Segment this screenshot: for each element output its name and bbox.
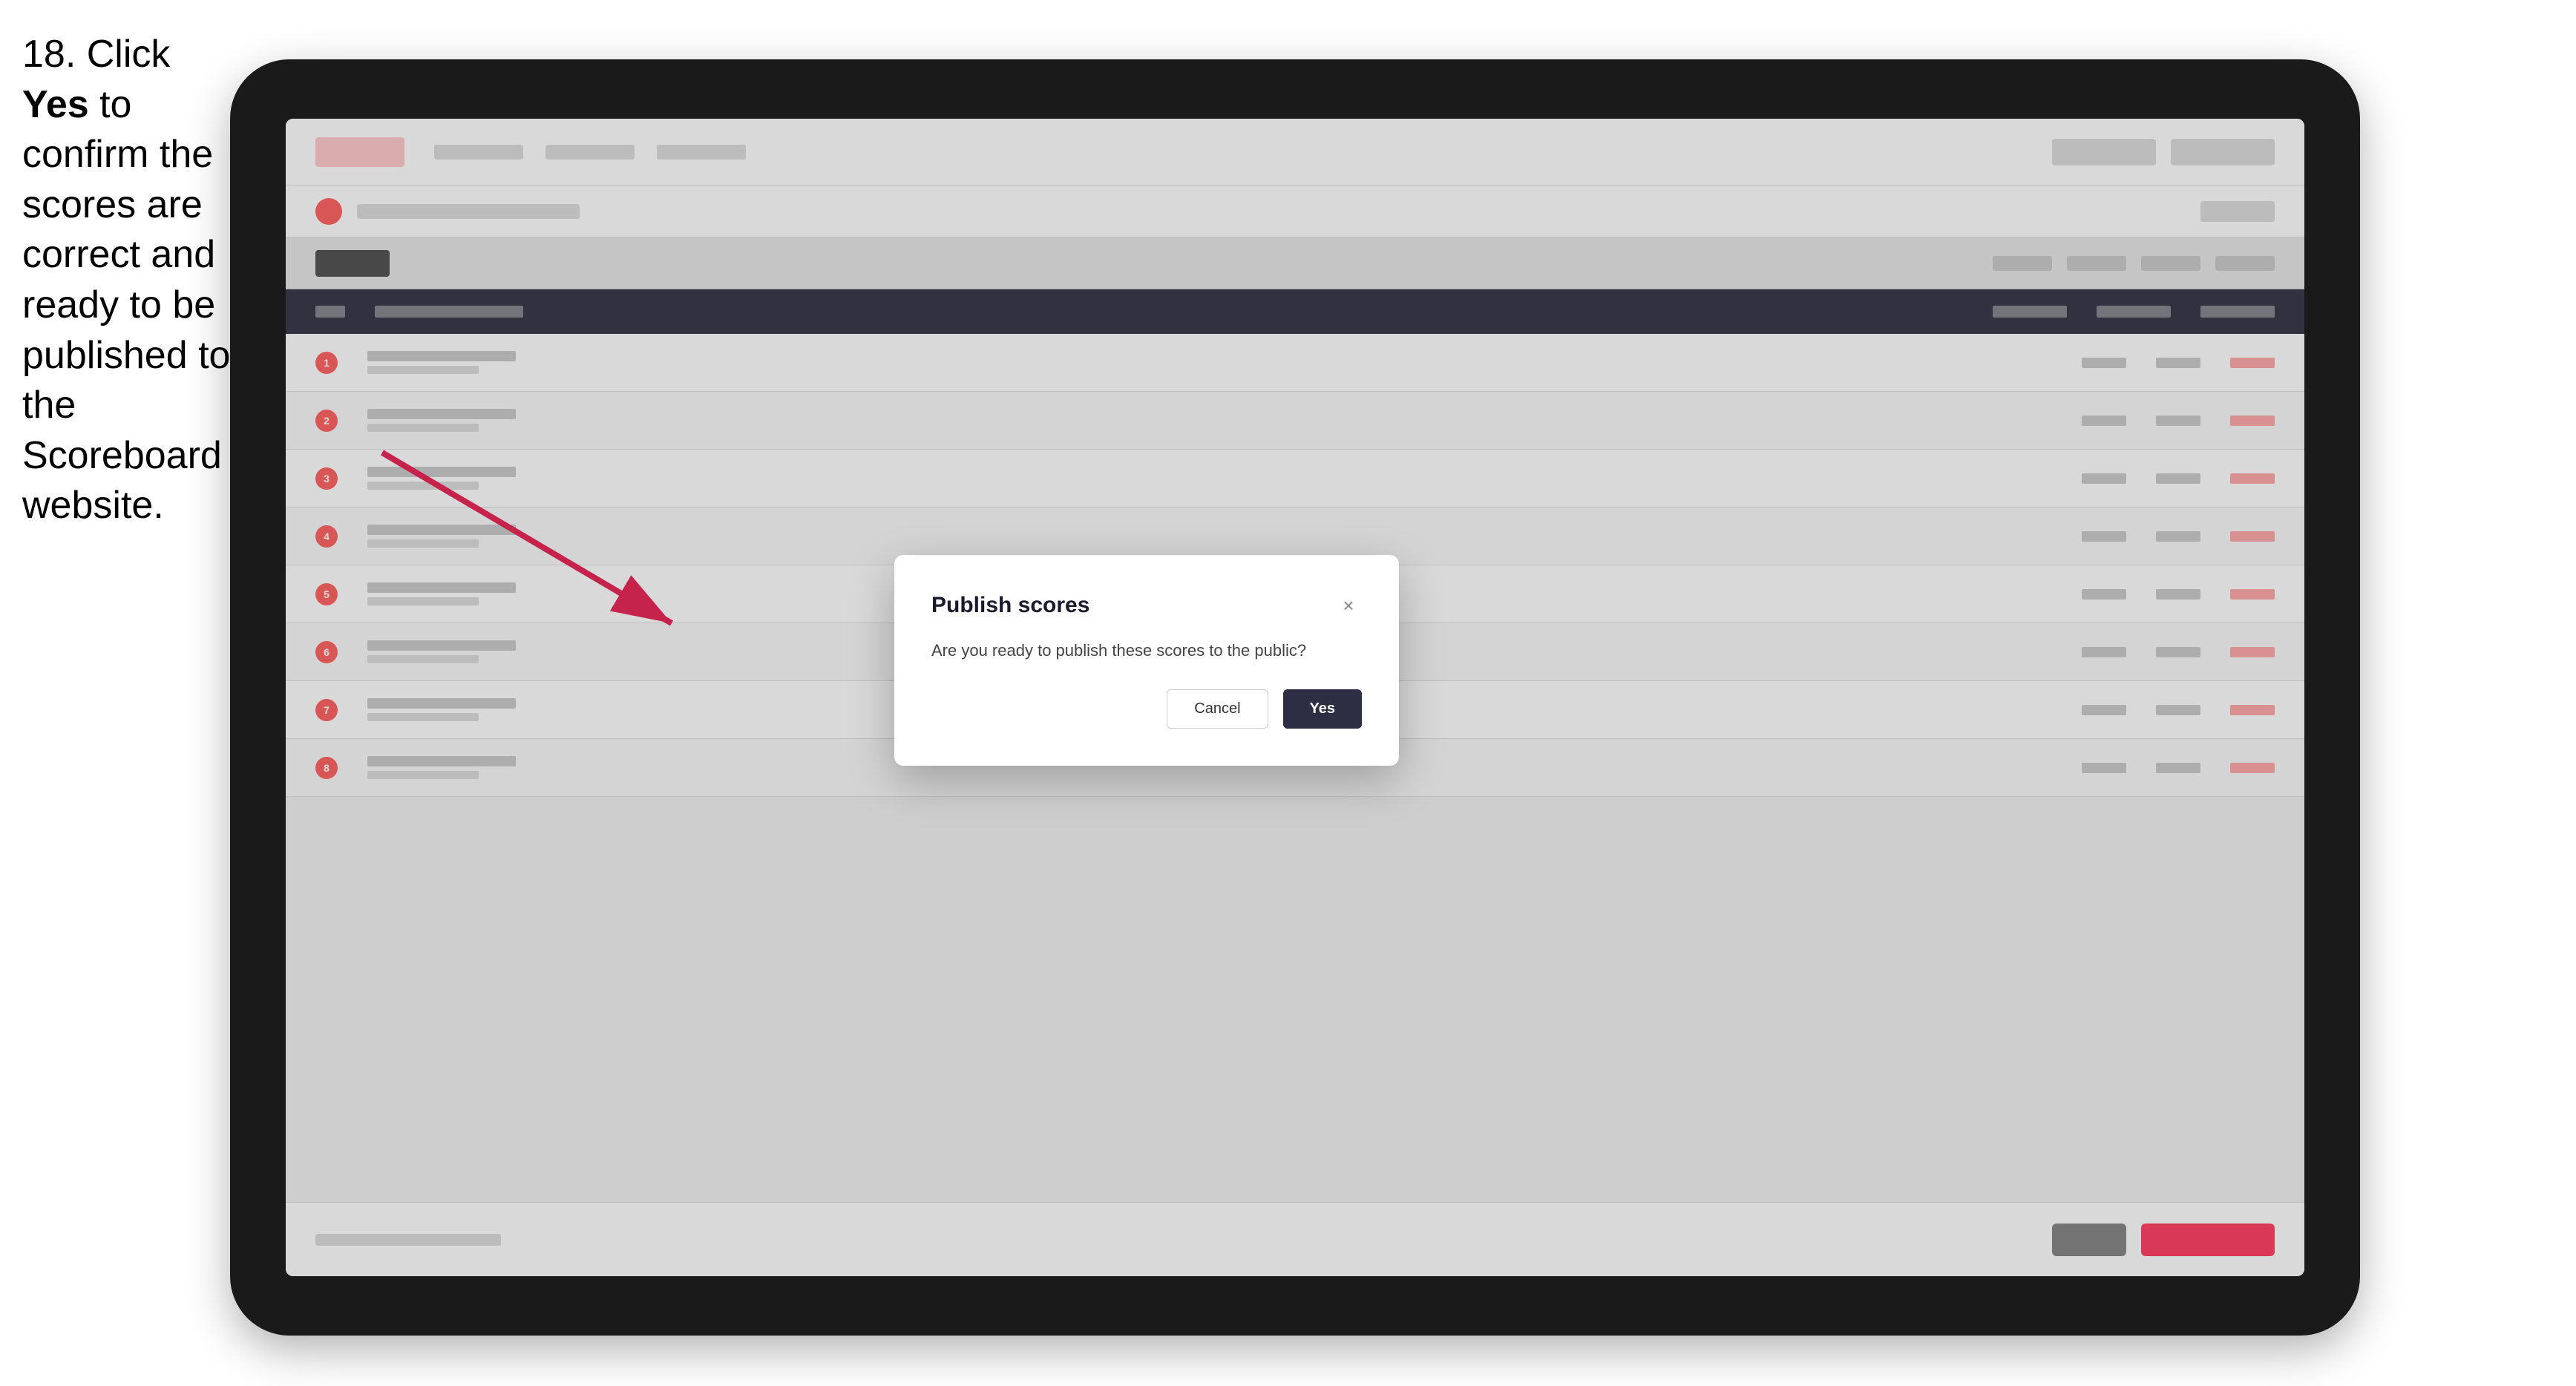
modal-footer: Cancel Yes: [931, 689, 1362, 729]
modal-message: Are you ready to publish these scores to…: [931, 640, 1362, 663]
step-number: 18.: [22, 33, 76, 76]
cancel-button[interactable]: Cancel: [1167, 689, 1268, 729]
modal-backdrop: Publish scores × Are you ready to publis…: [286, 119, 2304, 1276]
modal-dialog: Publish scores × Are you ready to publis…: [894, 555, 1399, 766]
tablet-device: 1 2 3: [230, 59, 2360, 1336]
text-part2: to confirm the scores are correct and re…: [22, 83, 230, 528]
instruction-text: 18. Click Yes to confirm the scores are …: [22, 30, 237, 531]
text-part1: Click: [76, 33, 170, 76]
bold-word: Yes: [22, 83, 89, 126]
tablet-screen: 1 2 3: [286, 119, 2304, 1276]
yes-button[interactable]: Yes: [1283, 689, 1362, 729]
modal-body: Are you ready to publish these scores to…: [931, 640, 1362, 663]
modal-header: Publish scores ×: [931, 592, 1362, 619]
modal-title: Publish scores: [931, 593, 1089, 618]
modal-close-button[interactable]: ×: [1335, 592, 1362, 619]
